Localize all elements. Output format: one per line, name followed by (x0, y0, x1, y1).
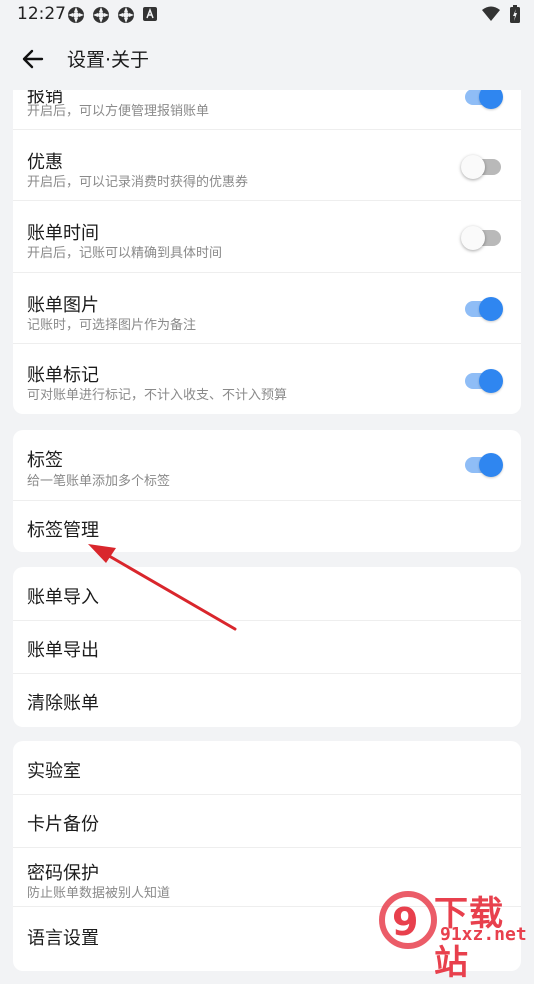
card-backup-item[interactable]: 卡片备份 (13, 795, 521, 847)
tag-card: 标签 给一笔账单添加多个标签 标签管理 (13, 430, 521, 552)
setting-title: 标签管理 (27, 520, 99, 541)
setting-title: 语言设置 (27, 928, 99, 949)
feature-toggle-card: 报销 开启后，可以方便管理报销账单 优惠 开启后，可以记录消费时获得的优惠券 账… (13, 62, 521, 414)
status-time: 12:27 (17, 4, 66, 24)
tags-toggle[interactable] (465, 453, 503, 477)
setting-subtitle: 开启后，可以记录消费时获得的优惠券 (27, 175, 249, 190)
setting-subtitle: 可对账单进行标记，不计入收支、不计入预算 (27, 388, 288, 403)
setting-title: 实验室 (27, 761, 81, 782)
back-arrow-icon[interactable] (20, 46, 46, 72)
battery-icon (510, 5, 520, 23)
notification-app-icon (93, 7, 109, 23)
status-bar: 12:27 (0, 0, 534, 28)
watermark-url: 91xz.net (440, 924, 527, 945)
setting-discount[interactable]: 优惠 开启后，可以记录消费时获得的优惠券 (13, 130, 521, 200)
page-title: 设置·关于 (67, 49, 150, 71)
app-bar: 设置·关于 (0, 28, 534, 90)
discount-toggle[interactable] (461, 155, 501, 179)
setting-subtitle: 记账时，可选择图片作为备注 (27, 318, 197, 333)
setting-title: 账单导出 (27, 640, 99, 661)
setting-title: 账单导入 (27, 587, 99, 608)
setting-subtitle: 防止账单数据被别人知道 (27, 886, 171, 901)
settings-content: 报销 开启后，可以方便管理报销账单 优惠 开启后，可以记录消费时获得的优惠券 账… (0, 0, 534, 971)
bill-import-item[interactable]: 账单导入 (13, 567, 521, 620)
setting-title: 卡片备份 (27, 814, 99, 835)
lab-item[interactable]: 实验室 (13, 741, 521, 794)
setting-subtitle: 开启后，记账可以精确到具体时间 (27, 246, 223, 261)
notification-app-icon (118, 7, 134, 23)
setting-bill-time[interactable]: 账单时间 开启后，记账可以精确到具体时间 (13, 201, 521, 272)
svg-text:9: 9 (392, 900, 418, 944)
reimbursement-toggle[interactable] (465, 85, 503, 109)
bill-image-toggle[interactable] (465, 297, 503, 321)
wifi-icon (482, 6, 500, 21)
setting-subtitle: 开启后，可以方便管理报销账单 (27, 104, 210, 119)
notification-a-icon (143, 7, 157, 21)
clear-bills-item[interactable]: 清除账单 (13, 674, 521, 727)
setting-title: 清除账单 (27, 693, 99, 714)
notification-app-icon (68, 7, 84, 23)
bill-export-item[interactable]: 账单导出 (13, 621, 521, 673)
setting-bill-mark[interactable]: 账单标记 可对账单进行标记，不计入收支、不计入预算 (13, 344, 521, 414)
bill-time-toggle[interactable] (461, 226, 501, 250)
setting-subtitle: 给一笔账单添加多个标签 (27, 474, 171, 489)
tag-management-item[interactable]: 标签管理 (13, 501, 521, 552)
setting-title: 标签 (27, 450, 63, 471)
setting-tags[interactable]: 标签 给一笔账单添加多个标签 (13, 430, 521, 500)
bill-data-card: 账单导入 账单导出 清除账单 (13, 567, 521, 727)
status-indicators (482, 5, 520, 23)
bill-mark-toggle[interactable] (465, 369, 503, 393)
setting-bill-image[interactable]: 账单图片 记账时，可选择图片作为备注 (13, 273, 521, 343)
